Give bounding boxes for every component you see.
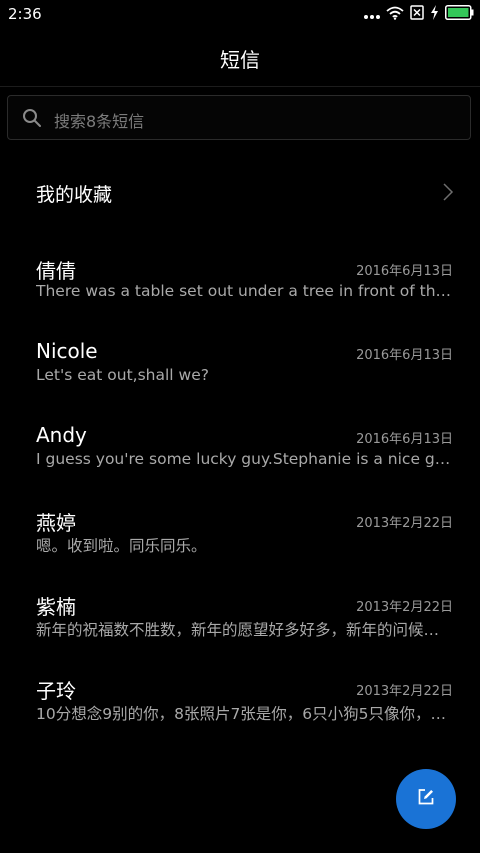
search-input[interactable]: 搜索8条短信 bbox=[7, 95, 471, 140]
thread-name: Nicole bbox=[36, 339, 98, 363]
message-thread[interactable]: 子玲 2013年2月22日 10分想念9别的你，8张照片7张是你，6只小狗5只像… bbox=[0, 666, 480, 750]
thread-preview: 10分想念9别的你，8张照片7张是你，6只小狗5只像你，4季都想你 bbox=[36, 705, 454, 723]
search-icon bbox=[22, 108, 42, 132]
compose-button[interactable] bbox=[396, 769, 456, 829]
no-sim-icon bbox=[410, 4, 424, 24]
thread-preview: I guess you're some lucky guy.Stephanie … bbox=[36, 450, 454, 468]
thread-date: 2013年2月22日 bbox=[356, 600, 453, 615]
thread-date: 2016年6月13日 bbox=[356, 264, 453, 279]
thread-date: 2016年6月13日 bbox=[356, 348, 453, 363]
page-title: 短信 bbox=[220, 48, 260, 72]
message-thread[interactable]: 倩倩 2016年6月13日 There was a table set out … bbox=[0, 246, 480, 330]
compose-icon bbox=[417, 788, 435, 810]
thread-name: 子玲 bbox=[36, 679, 76, 703]
app-header: 短信 bbox=[0, 28, 480, 87]
thread-preview: 嗯。收到啦。同乐同乐。 bbox=[36, 537, 207, 555]
thread-preview: 新年的祝福数不胜数，新年的愿望好多好多，新年的问候千千万万 bbox=[36, 621, 454, 639]
message-thread[interactable]: 紫楠 2013年2月22日 新年的祝福数不胜数，新年的愿望好多好多，新年的问候千… bbox=[0, 582, 480, 666]
thread-name: 燕婷 bbox=[36, 511, 76, 535]
message-thread[interactable]: 燕婷 2013年2月22日 嗯。收到啦。同乐同乐。 bbox=[0, 498, 480, 582]
message-thread[interactable]: Andy 2016年6月13日 I guess you're some luck… bbox=[0, 414, 480, 498]
favorites-label: 我的收藏 bbox=[36, 184, 113, 206]
thread-date: 2016年6月13日 bbox=[356, 432, 453, 447]
thread-preview: Let's eat out,shall we? bbox=[36, 366, 209, 384]
status-time: 2:36 bbox=[8, 5, 42, 23]
thread-name: Andy bbox=[36, 423, 87, 447]
thread-date: 2013年2月22日 bbox=[356, 516, 453, 531]
thread-preview: There was a table set out under a tree i… bbox=[36, 282, 454, 300]
message-thread[interactable]: Nicole 2016年6月13日 Let's eat out,shall we… bbox=[0, 330, 480, 414]
thread-name: 紫楠 bbox=[36, 595, 76, 619]
status-icons bbox=[358, 4, 474, 24]
search-placeholder: 搜索8条短信 bbox=[54, 112, 145, 131]
charging-icon bbox=[430, 4, 439, 24]
wifi-icon bbox=[386, 5, 404, 24]
thread-date: 2013年2月22日 bbox=[356, 684, 453, 699]
favorites-row[interactable]: 我的收藏 bbox=[0, 160, 480, 224]
chevron-right-icon bbox=[442, 183, 454, 205]
battery-icon bbox=[445, 4, 474, 24]
more-dots-icon bbox=[364, 5, 380, 24]
status-bar: 2:36 bbox=[0, 0, 480, 28]
thread-name: 倩倩 bbox=[36, 259, 76, 283]
